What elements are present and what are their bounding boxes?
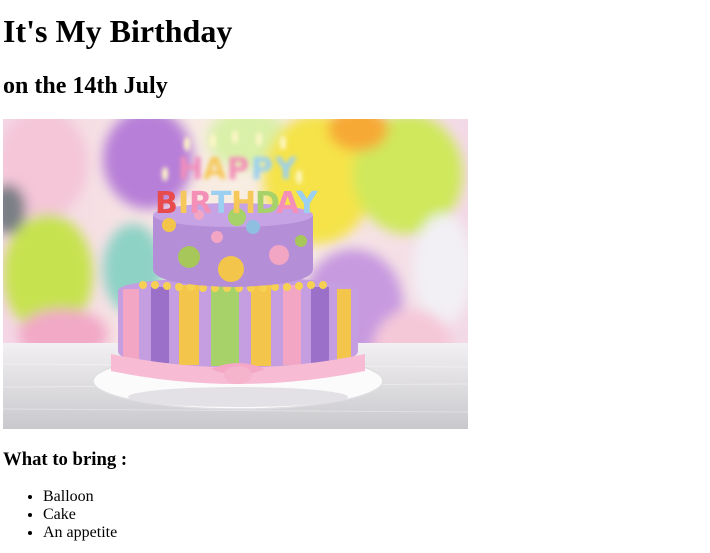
svg-text:Y: Y [295,186,319,221]
page: It's My Birthday on the 14th July H A P … [0,0,710,553]
page-subtitle: on the 14th July [3,73,168,99]
list-item: Balloon [43,488,117,506]
svg-text:H: H [178,152,203,187]
svg-text:I: I [178,186,189,221]
what-to-bring-heading: What to bring : [3,449,128,470]
svg-text:P: P [251,152,273,187]
svg-text:H: H [231,186,256,221]
svg-text:Y: Y [274,152,298,187]
svg-text:B: B [155,186,178,221]
birthday-cake-photo: H A P P Y B I R T H D A Y [3,119,468,429]
svg-text:A: A [203,152,227,187]
svg-text:R: R [189,186,212,221]
list-item: Cake [43,506,117,524]
svg-text:P: P [227,152,249,187]
svg-text:T: T [211,186,232,221]
bring-list: Balloon Cake An appetite [3,488,117,542]
list-item: An appetite [43,524,117,542]
page-title: It's My Birthday [3,13,233,49]
